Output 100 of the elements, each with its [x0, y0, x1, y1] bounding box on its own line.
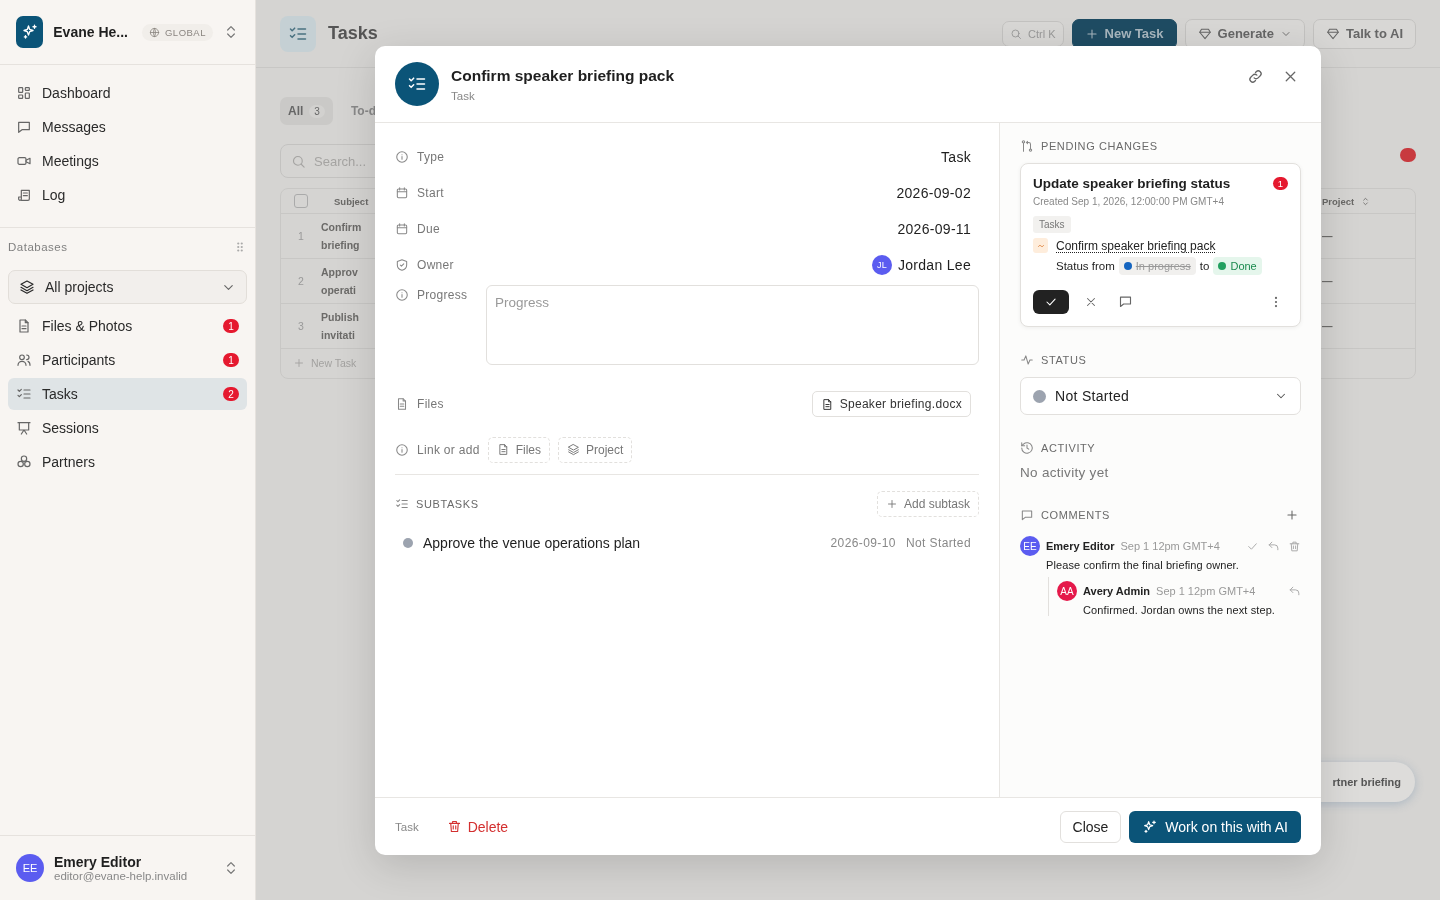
info-icon: [395, 288, 409, 302]
table-cell-text: Approv operati: [321, 265, 358, 298]
page-title: Tasks: [328, 23, 378, 44]
sidebar-item[interactable]: Tasks 2: [8, 378, 247, 410]
subtask-title: Approve the venue operations plan: [423, 535, 641, 551]
sidebar-item[interactable]: Dashboard: [8, 77, 247, 109]
property-label: Start: [417, 186, 444, 200]
created-time: Created Sep 1, 2026, 12:00:00 PM GMT+4: [1033, 196, 1225, 207]
reply-icon: [1267, 539, 1280, 553]
property-label: Owner: [417, 258, 454, 272]
info-icon: [395, 150, 409, 164]
property-label: Link or add: [417, 442, 480, 457]
document-icon: [16, 318, 32, 334]
property-value: Jordan Lee: [897, 257, 971, 273]
delete-button[interactable]: [1288, 539, 1301, 553]
reply-button[interactable]: [1267, 539, 1280, 553]
sidebar-item[interactable]: Files & Photos 1: [8, 310, 247, 342]
table-cell: —: [1322, 230, 1333, 242]
plus-icon: [1084, 26, 1099, 41]
task-link[interactable]: Confirm speaker briefing pack: [1056, 238, 1216, 253]
checklist-icon: [16, 386, 32, 402]
section-heading: PENDING CHANGES: [1041, 140, 1158, 152]
row-number: 3: [297, 320, 305, 332]
change-label: Status from: [1056, 260, 1115, 272]
close-button[interactable]: Close: [1059, 810, 1122, 843]
column-header: Subject: [334, 195, 369, 207]
sidebar-item[interactable]: Partners: [8, 446, 247, 478]
progress-field[interactable]: Progress: [486, 285, 979, 365]
count-badge: 2: [223, 387, 239, 401]
subtask-date: 2026-09-10: [830, 536, 896, 550]
change-title: Update speaker briefing status: [1033, 176, 1231, 191]
layers-icon: [19, 279, 35, 295]
change-label: to: [1199, 260, 1210, 272]
trash-icon: [446, 819, 462, 834]
subtask-row[interactable]: Approve the venue operations plan 2026-09-10 Not Started: [395, 523, 979, 563]
project-picker[interactable]: All projects: [8, 270, 247, 304]
property-label: Type: [417, 150, 445, 164]
section-heading: STATUS: [1041, 354, 1087, 366]
count-badge: 1: [223, 319, 239, 333]
user-email: editor@evane-help.invalid: [54, 870, 188, 882]
sidebar-item[interactable]: Messages: [8, 111, 247, 143]
pulse-icon: [1020, 353, 1034, 367]
tab[interactable]: All 3: [280, 97, 333, 125]
gem-icon: [1325, 26, 1340, 41]
plus-icon: [885, 498, 898, 510]
property-value: 2026-09-02: [896, 185, 971, 201]
section-heading: Databases: [8, 241, 68, 253]
reply-icon: [1288, 584, 1301, 598]
sidebar-item[interactable]: Meetings: [8, 145, 247, 177]
type-label: Task: [395, 820, 419, 833]
ai-button[interactable]: Work on this with AI: [1129, 810, 1301, 843]
dialog-subtitle: Task: [451, 89, 476, 102]
add-subtask-button[interactable]: Add subtask: [876, 491, 979, 517]
scroll-icon: [16, 187, 32, 203]
presentation-board-icon: [16, 420, 32, 436]
link-icon: [1247, 68, 1264, 85]
property-label: Due: [417, 222, 440, 236]
status-select[interactable]: Not Started: [1020, 377, 1301, 415]
checklist-icon: [395, 497, 409, 511]
table-cell: —: [1322, 275, 1333, 287]
sparkle-icon: [20, 23, 39, 41]
approve-button[interactable]: [1033, 289, 1069, 314]
property-label: Progress: [417, 288, 468, 302]
old-status-pill: In progress: [1118, 257, 1196, 275]
sidebar-item[interactable]: Sessions: [8, 412, 247, 444]
property-value: Task: [941, 149, 971, 165]
circles-icon: [16, 454, 32, 470]
new-status-pill: Done: [1213, 257, 1262, 275]
sidebar-item[interactable]: Participants 1: [8, 344, 247, 376]
scope-badge: GLOBAL: [141, 23, 213, 41]
property-value: 2026-09-11: [897, 221, 971, 237]
column-header: Project: [1322, 195, 1355, 207]
generate-button[interactable]: Generate: [1184, 18, 1305, 49]
file-chip[interactable]: Speaker briefing.docx: [811, 391, 971, 417]
globe-icon: [148, 26, 160, 38]
reply-button[interactable]: [1288, 584, 1301, 598]
comment-time: Sep 1 12pm GMT+4: [1156, 585, 1256, 597]
tag: Tasks: [1033, 216, 1071, 233]
link-option[interactable]: Project: [558, 436, 633, 463]
property-label: Files: [417, 397, 444, 411]
comment-text: Please confirm the final briefing owner.: [1046, 559, 1240, 571]
count-badge: 1: [1273, 177, 1288, 190]
message-icon: [16, 119, 32, 135]
trash-icon: [1288, 539, 1301, 553]
plus-icon: [293, 357, 305, 369]
search-icon: [291, 153, 306, 169]
avatar: JL: [871, 255, 892, 275]
user-name: Emery Editor: [54, 854, 143, 870]
table-cell: —: [1322, 320, 1333, 332]
subtask-status: Not Started: [905, 536, 971, 550]
delete-button[interactable]: Delete: [442, 814, 513, 839]
search-icon: [1010, 27, 1023, 40]
comment-time: Sep 1 12pm GMT+4: [1120, 540, 1220, 552]
link-option[interactable]: Files: [487, 436, 551, 463]
section-heading: COMMENTS: [1041, 509, 1110, 521]
new-task-button[interactable]: New Task: [1071, 18, 1177, 49]
sidebar-item[interactable]: Log: [8, 179, 247, 211]
checkbox[interactable]: [294, 194, 308, 208]
table-cell-text: Confirm briefing: [321, 220, 362, 253]
ai-button[interactable]: Talk to AI: [1312, 18, 1416, 49]
